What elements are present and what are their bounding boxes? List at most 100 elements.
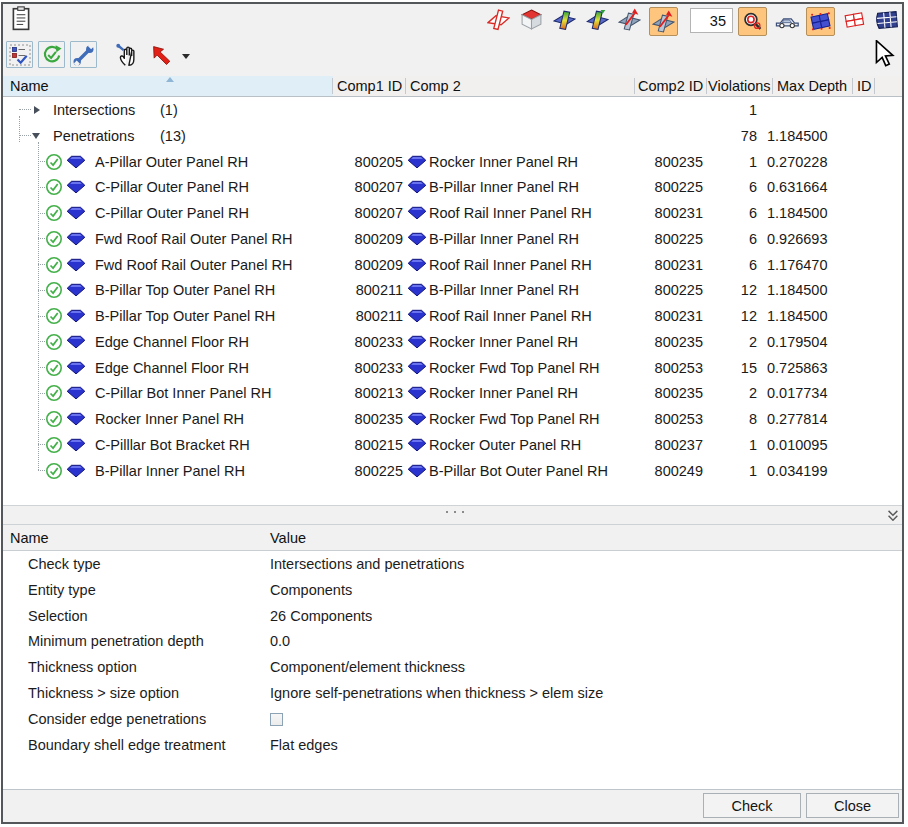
cube-display-button[interactable] bbox=[520, 8, 543, 31]
red-arrow-icon bbox=[151, 44, 174, 67]
cell-comp2-name: Rocker Inner Panel RH bbox=[429, 149, 578, 175]
cell-comp2-id: 800225 bbox=[603, 174, 703, 200]
cell-comp1-id: 800225 bbox=[303, 458, 403, 484]
details-row: Minimum penetration depth 0.0 bbox=[3, 629, 902, 655]
tree-row-penetration-pair[interactable]: C-Pillar Outer Panel RH 800207 B-Pillar … bbox=[3, 174, 902, 200]
pan-hand-button[interactable] bbox=[115, 42, 141, 68]
expand-expanded-icon[interactable] bbox=[32, 133, 40, 139]
details-row-value: Flat edges bbox=[270, 733, 338, 759]
component-diamond-icon bbox=[407, 206, 427, 220]
tree-row-penetration-pair[interactable]: C-Pillar Bot Inner Panel RH 800213 Rocke… bbox=[3, 380, 902, 406]
tree-row-penetrations[interactable]: Penetrations (13) 78 1.184500 bbox=[3, 123, 902, 149]
consider-edge-penetrations-checkbox[interactable] bbox=[270, 713, 283, 726]
details-header: Name Value bbox=[3, 525, 902, 551]
intersections-display-button[interactable] bbox=[487, 8, 510, 31]
cell-comp2-id: 800225 bbox=[603, 226, 703, 252]
check-button[interactable]: Check bbox=[703, 793, 801, 818]
component-diamond-icon bbox=[407, 309, 427, 323]
splitter-grip-dot bbox=[462, 511, 464, 513]
column-header-id[interactable]: ID bbox=[857, 76, 872, 96]
check-status-icon bbox=[45, 256, 63, 274]
details-row: Thickness option Component/element thick… bbox=[3, 655, 902, 681]
cell-comp1-name: C-Pillar Bot Inner Panel RH bbox=[95, 380, 272, 406]
cell-comp2-id: 800231 bbox=[603, 252, 703, 278]
cell-violations: 2 bbox=[693, 380, 757, 406]
tree-row-penetration-pair[interactable]: C-Pillar Outer Panel RH 800207 Roof Rail… bbox=[3, 200, 902, 226]
tree-row-penetration-pair[interactable]: Edge Channel Floor RH 800233 Rocker Inne… bbox=[3, 329, 902, 355]
depth-planes-button[interactable] bbox=[618, 8, 641, 31]
wrench-icon bbox=[73, 44, 95, 66]
red-mesh-display-button[interactable] bbox=[843, 11, 867, 30]
column-header-max-depth[interactable]: Max Depth bbox=[777, 76, 847, 96]
check-status-icon bbox=[45, 333, 63, 351]
cell-violations: 2 bbox=[693, 329, 757, 355]
details-row-name: Thickness > size option bbox=[28, 681, 179, 707]
tree-row-penetration-pair[interactable]: A-Pillar Outer Panel RH 800205 Rocker In… bbox=[3, 149, 902, 175]
column-header-comp2[interactable]: Comp 2 bbox=[410, 76, 461, 96]
tree-row-intersections[interactable]: Intersections (1) 1 bbox=[3, 97, 902, 123]
cell-violations: 6 bbox=[693, 226, 757, 252]
cell-comp2-name: B-Pillar Bot Outer Panel RH bbox=[429, 458, 608, 484]
details-row-name: Check type bbox=[28, 552, 101, 578]
select-arrow-dropdown[interactable] bbox=[182, 54, 190, 59]
expand-collapsed-icon[interactable] bbox=[34, 106, 40, 114]
select-arrow-button[interactable] bbox=[151, 44, 174, 67]
tree-row-penetration-pair[interactable]: B-Pillar Top Outer Panel RH 800211 Roof … bbox=[3, 303, 902, 329]
car-display-button[interactable] bbox=[774, 11, 800, 29]
component-diamond-icon bbox=[66, 206, 86, 220]
depth-planes-toggle-active[interactable] bbox=[649, 7, 678, 36]
cell-max-depth: 0.926693 bbox=[767, 226, 827, 252]
tree-row-penetration-pair[interactable]: Rocker Inner Panel RH 800235 Rocker Fwd … bbox=[3, 406, 902, 432]
splitter-grip-dot bbox=[446, 511, 448, 513]
tree-row-penetration-pair[interactable]: B-Pillar Top Outer Panel RH 800211 B-Pil… bbox=[3, 277, 902, 303]
close-button[interactable]: Close bbox=[806, 793, 899, 818]
contour-planes-button-1[interactable] bbox=[553, 8, 576, 31]
details-row-name: Boundary shell edge treatment bbox=[28, 733, 226, 759]
component-diamond-icon bbox=[407, 155, 427, 169]
contour-planes-button-2[interactable] bbox=[586, 8, 609, 31]
check-status-icon bbox=[45, 204, 63, 222]
column-header-comp1-id[interactable]: Comp1 ID bbox=[337, 76, 402, 96]
column-header-comp2-id[interactable]: Comp2 ID bbox=[638, 76, 703, 96]
cell-comp1-name: B-Pillar Top Outer Panel RH bbox=[95, 303, 275, 329]
cell-comp1-id: 800207 bbox=[303, 174, 403, 200]
refresh-button[interactable] bbox=[38, 41, 65, 68]
cell-max-depth: 1.184500 bbox=[767, 277, 827, 303]
depth-planes-icon bbox=[652, 10, 675, 33]
cell-violations: 1 bbox=[693, 458, 757, 484]
cell-max-depth: 1.176470 bbox=[767, 252, 827, 278]
find-toggle-active[interactable] bbox=[738, 7, 767, 36]
tree-row-penetration-pair[interactable]: Edge Channel Floor RH 800233 Rocker Fwd … bbox=[3, 355, 902, 381]
tolerance-input[interactable] bbox=[690, 8, 733, 33]
blue-mesh-toggle-active[interactable] bbox=[806, 7, 835, 36]
details-header-value: Value bbox=[270, 525, 306, 551]
panel-splitter[interactable] bbox=[3, 505, 902, 525]
details-row-value: Intersections and penetrations bbox=[270, 552, 464, 578]
tree-row-penetration-pair[interactable]: Fwd Roof Rail Outer Panel RH 800209 B-Pi… bbox=[3, 226, 902, 252]
blue-mesh-icon bbox=[809, 10, 832, 33]
contour-planes-icon bbox=[586, 8, 609, 31]
collapse-panel-chevron-icon[interactable] bbox=[888, 510, 899, 521]
group-name: Intersections bbox=[53, 97, 135, 123]
tree-row-penetration-pair[interactable]: B-Pillar Inner Panel RH 800225 B-Pillar … bbox=[3, 458, 902, 484]
check-options-button[interactable] bbox=[6, 41, 33, 68]
column-header-name[interactable]: Name bbox=[10, 76, 49, 96]
cell-max-depth: 1.184500 bbox=[767, 200, 827, 226]
cell-comp1-name: Edge Channel Floor RH bbox=[95, 329, 249, 355]
details-row-value: 0.0 bbox=[270, 629, 290, 655]
details-row: Entity type Components bbox=[3, 578, 902, 604]
cell-max-depth: 1.184500 bbox=[767, 123, 827, 149]
cell-comp2-name: Rocker Inner Panel RH bbox=[429, 329, 578, 355]
cell-violations: 6 bbox=[693, 174, 757, 200]
cell-comp2-id: 800253 bbox=[603, 355, 703, 381]
column-header-violations[interactable]: Violations bbox=[708, 76, 771, 96]
cell-comp2-id: 800225 bbox=[603, 277, 703, 303]
tools-button[interactable] bbox=[70, 41, 97, 68]
report-icon[interactable] bbox=[10, 6, 32, 31]
tree-row-penetration-pair[interactable]: C-Pilllar Bot Bracket RH 800215 Rocker O… bbox=[3, 432, 902, 458]
component-diamond-icon bbox=[66, 155, 86, 169]
tree-row-penetration-pair[interactable]: Fwd Roof Rail Outer Panel RH 800209 Roof… bbox=[3, 252, 902, 278]
table-view-button[interactable] bbox=[874, 8, 900, 32]
refresh-check-icon bbox=[41, 44, 63, 66]
component-diamond-icon bbox=[66, 464, 86, 478]
